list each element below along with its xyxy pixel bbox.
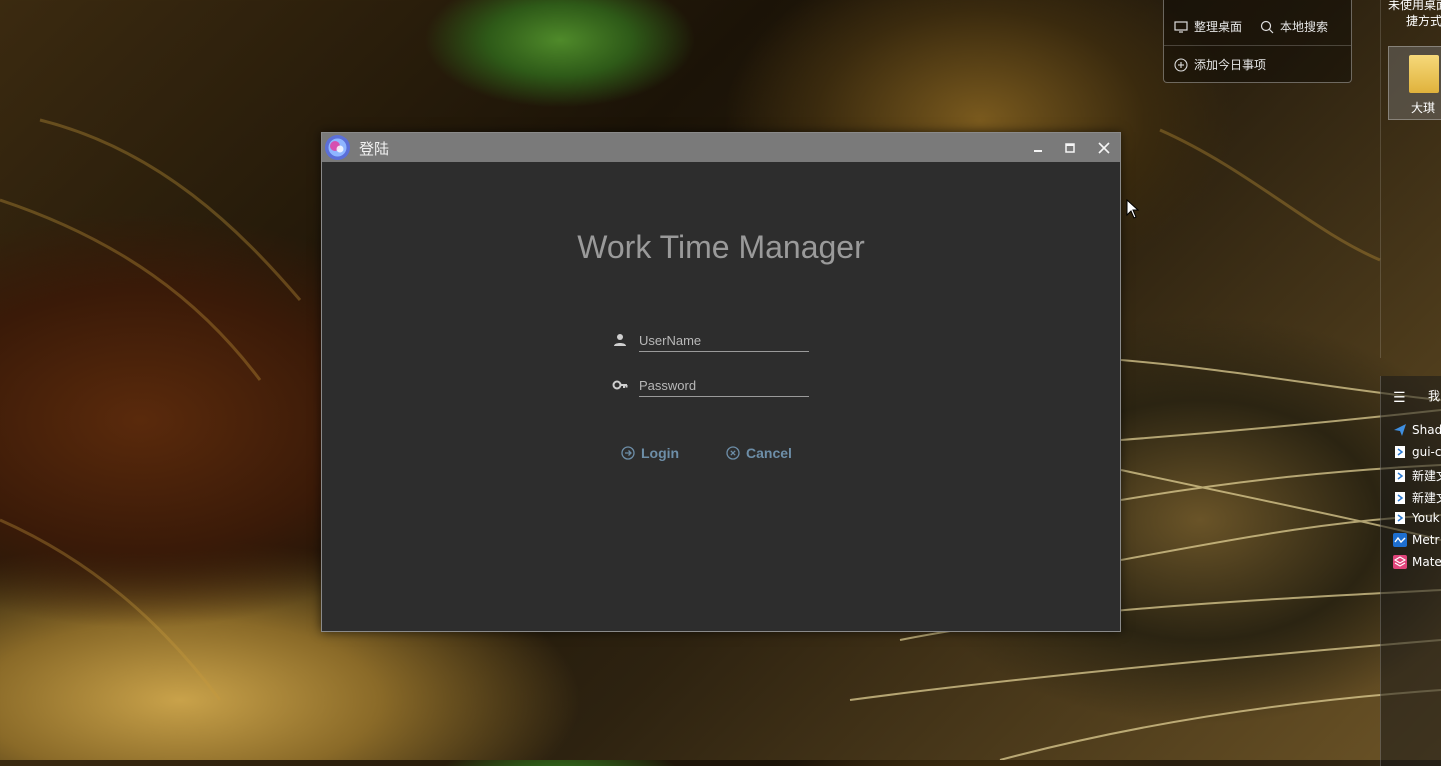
- username-field: [612, 329, 812, 355]
- title-bar[interactable]: 登陆: [322, 133, 1120, 162]
- login-label: Login: [641, 445, 680, 461]
- minimize-icon: [1034, 149, 1042, 152]
- side-item-new-2[interactable]: 新建文: [1393, 489, 1441, 506]
- side-item-label: gui-c: [1412, 445, 1441, 459]
- close-icon: [1098, 141, 1110, 154]
- side-item-mate[interactable]: Mate: [1393, 555, 1441, 569]
- tidy-desktop-button[interactable]: 整理桌面: [1174, 18, 1242, 35]
- add-today-item-label: 添加今日事项: [1194, 58, 1267, 72]
- vscode-file-icon: [1395, 469, 1405, 482]
- arrow-circle-right-icon: [621, 446, 635, 460]
- local-search-label: 本地搜索: [1280, 20, 1329, 34]
- maximize-button[interactable]: [1054, 133, 1086, 162]
- plus-circle-icon: [1174, 57, 1188, 72]
- vscode-file-icon: [1395, 512, 1405, 524]
- login-button[interactable]: Login: [621, 445, 679, 461]
- close-button[interactable]: [1088, 133, 1120, 162]
- mouse-cursor-icon: [1126, 199, 1140, 219]
- widget-divider: [1164, 45, 1351, 46]
- desktop-side-panel: ☰ 我 Shad gui-c 新建文 新建文 Youk Metr Mate: [1380, 376, 1441, 766]
- password-input[interactable]: [639, 374, 809, 397]
- cancel-button[interactable]: Cancel: [726, 445, 792, 461]
- x-circle-icon: [726, 446, 740, 460]
- search-icon: [1260, 20, 1274, 33]
- maximize-icon: [1065, 142, 1075, 153]
- cancel-label: Cancel: [746, 445, 792, 461]
- side-item-gui[interactable]: gui-c: [1393, 445, 1441, 459]
- desktop-widget: 整理桌面 本地搜索 添加今日事项: [1163, 0, 1352, 83]
- app-title: Work Time Manager: [577, 229, 865, 265]
- side-panel-title: 我: [1428, 389, 1441, 403]
- side-item-label: Metr: [1412, 533, 1440, 547]
- side-item-label: Mate: [1412, 555, 1441, 569]
- metro-icon: [1393, 533, 1407, 547]
- side-item-shad[interactable]: Shad: [1393, 423, 1441, 437]
- monitor-icon: [1174, 20, 1188, 33]
- window-title: 登陆: [359, 140, 390, 158]
- material-stack-icon: [1393, 555, 1407, 569]
- side-item-label: 新建文: [1412, 469, 1441, 483]
- paper-plane-icon: [1394, 424, 1406, 436]
- username-input[interactable]: [639, 329, 809, 352]
- side-item-new-1[interactable]: 新建文: [1393, 467, 1441, 484]
- add-today-item-button[interactable]: 添加今日事项: [1174, 56, 1266, 73]
- side-item-label: Shad: [1412, 423, 1441, 437]
- app-logo-icon: [325, 135, 350, 160]
- local-search-button[interactable]: 本地搜索: [1260, 18, 1328, 35]
- minimize-button[interactable]: [1022, 133, 1054, 162]
- login-window: 登陆 Work Time Manager Login Cancel: [321, 132, 1121, 632]
- hamburger-menu-icon[interactable]: ☰: [1393, 390, 1406, 406]
- vscode-file-icon: [1395, 491, 1405, 504]
- password-field: [612, 374, 812, 400]
- side-item-metr[interactable]: Metr: [1393, 533, 1439, 547]
- key-icon: [612, 380, 628, 390]
- tidy-desktop-label: 整理桌面: [1194, 20, 1243, 34]
- side-item-label: Youk: [1412, 511, 1440, 525]
- side-panel-upper: [1380, 0, 1441, 358]
- side-item-youk[interactable]: Youk: [1393, 511, 1440, 525]
- person-icon: [614, 334, 626, 346]
- side-item-label: 新建文: [1412, 491, 1441, 505]
- vscode-file-icon: [1395, 446, 1405, 458]
